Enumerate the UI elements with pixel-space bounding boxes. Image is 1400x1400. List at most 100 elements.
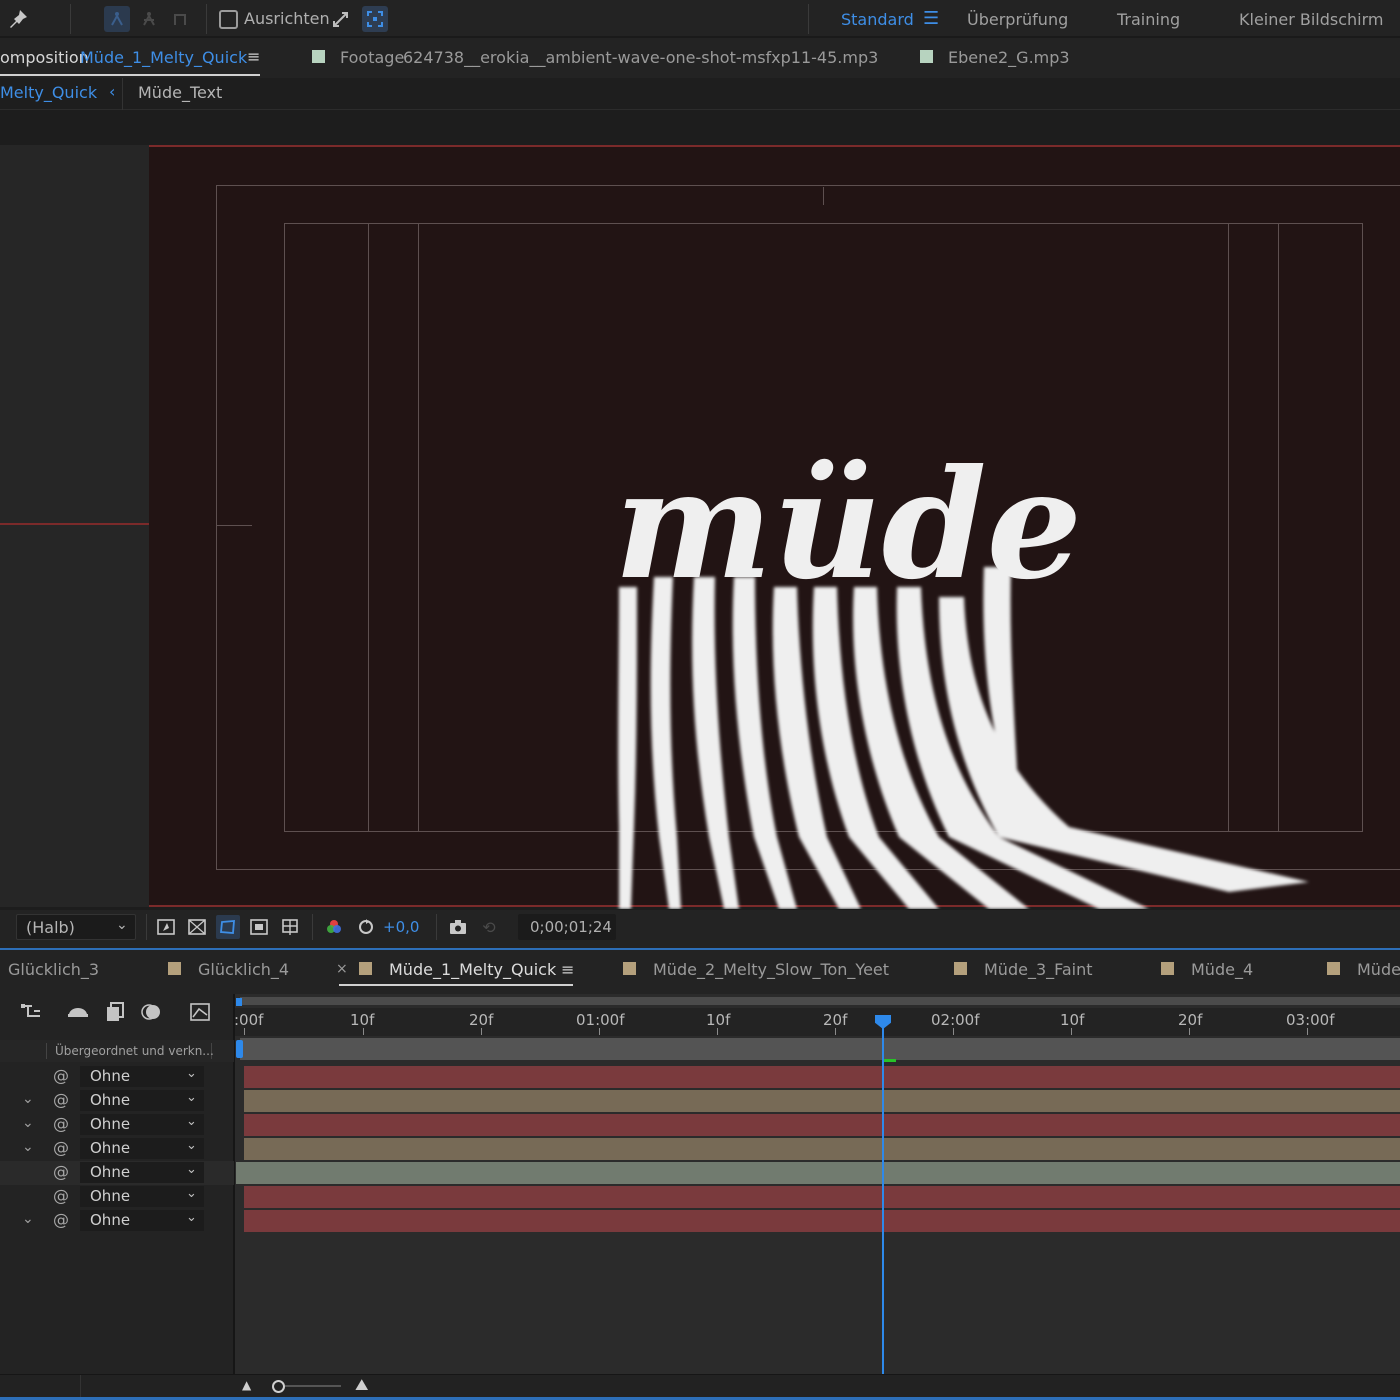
composition-panel-prefix[interactable]: omposition: [0, 48, 89, 67]
breadcrumb-child[interactable]: Müde_Text: [138, 83, 222, 102]
fast-preview-icon[interactable]: [154, 915, 178, 939]
transparency-grid-icon[interactable]: [185, 915, 209, 939]
expand-chevron-icon[interactable]: ⌄: [22, 1091, 34, 1107]
layer-row[interactable]: @ Ohne ⌄: [0, 1161, 234, 1185]
pick-whip-icon[interactable]: @: [53, 1186, 69, 1205]
layer-panel-prefix[interactable]: Ebene: [948, 48, 998, 67]
in-point-marker[interactable]: [236, 1040, 243, 1058]
grid-guides-icon[interactable]: [278, 915, 302, 939]
parent-value: Ohne: [90, 1163, 131, 1181]
zoom-slider-knob[interactable]: [272, 1380, 285, 1393]
layer-panel-name[interactable]: 2_G.mp3: [998, 48, 1070, 67]
ruler-label: 01:00f: [576, 1011, 625, 1029]
puppet-pin-icon[interactable]: [104, 6, 130, 32]
frame-blending-icon[interactable]: [101, 1000, 129, 1024]
ruler-tick: [363, 1028, 364, 1035]
color-channels-icon[interactable]: [322, 915, 346, 939]
pick-whip-icon[interactable]: @: [53, 1162, 69, 1181]
ruler-label: 10f: [706, 1011, 731, 1029]
composition-frame[interactable]: müde: [149, 145, 1400, 909]
snapping-icon[interactable]: [362, 6, 388, 32]
composition-flowchart-icon[interactable]: [18, 1000, 46, 1024]
layer-row[interactable]: ⌄ @ Ohne ⌄: [0, 1137, 234, 1161]
zoom-out-icon[interactable]: ▲: [242, 1378, 251, 1392]
mask-visibility-icon[interactable]: [216, 915, 240, 939]
workspace-review[interactable]: Überprüfung: [967, 10, 1068, 29]
pick-whip-icon[interactable]: @: [53, 1138, 69, 1157]
layer-row[interactable]: @ Ohne ⌄: [0, 1065, 234, 1089]
parent-value: Ohne: [90, 1115, 131, 1133]
pick-whip-icon[interactable]: @: [53, 1210, 69, 1229]
exposure-value[interactable]: +0,0: [383, 918, 419, 936]
footage-panel-prefix[interactable]: Footage: [340, 48, 404, 67]
ruler-tick: [1071, 1028, 1072, 1035]
toolbar-divider: [312, 914, 313, 940]
breadcrumb-current[interactable]: Melty_Quick: [0, 83, 97, 102]
camera-icon[interactable]: [446, 915, 470, 939]
tab-color-swatch: [623, 962, 636, 975]
expand-chevron-icon[interactable]: ⌄: [22, 1139, 34, 1155]
layer-bar[interactable]: [244, 1090, 1400, 1112]
parent-value: Ohne: [90, 1187, 131, 1205]
expand-chevron-icon[interactable]: ⌄: [22, 1115, 34, 1131]
layer-row[interactable]: ⌄ @ Ohne ⌄: [0, 1089, 234, 1113]
active-panel-underline: [0, 74, 260, 76]
layer-bar[interactable]: [244, 1138, 1400, 1160]
layer-bar[interactable]: [244, 1186, 1400, 1208]
ruler-label: 10f: [350, 1011, 375, 1029]
tab-muede-3-faint[interactable]: Müde_3_Faint: [984, 960, 1093, 979]
workspace-training[interactable]: Training: [1117, 10, 1180, 29]
breadcrumb-arrow-icon[interactable]: ‹: [109, 82, 115, 101]
tab-gluecklich-4[interactable]: Glücklich_4: [198, 960, 289, 979]
chevron-down-icon: ⌄: [186, 1138, 197, 1153]
shy-layers-icon[interactable]: [64, 1000, 92, 1024]
parent-column-label: Übergeordnet und verkn...: [55, 1044, 214, 1058]
tab-menu-icon[interactable]: ≡: [561, 960, 574, 979]
puppet-bend-icon[interactable]: [168, 6, 194, 32]
workspace-standard[interactable]: Standard: [841, 10, 914, 29]
layer-row[interactable]: ⌄ @ Ohne ⌄: [0, 1209, 234, 1233]
region-of-interest-icon[interactable]: [247, 915, 271, 939]
align-arrows-icon[interactable]: [328, 6, 354, 32]
puppet-advanced-icon[interactable]: [136, 6, 162, 32]
motion-blur-icon[interactable]: [138, 1000, 166, 1024]
pick-whip-icon[interactable]: @: [53, 1090, 69, 1109]
time-ruler[interactable]: [235, 1008, 1400, 1036]
expand-chevron-icon[interactable]: ⌄: [22, 1211, 34, 1227]
tab-muede-4[interactable]: Müde_4: [1191, 960, 1253, 979]
parent-value: Ohne: [90, 1139, 131, 1157]
toolbar-divider: [146, 914, 147, 940]
close-icon[interactable]: ×: [336, 961, 348, 977]
pin-icon[interactable]: [6, 6, 32, 32]
graph-editor-icon[interactable]: [186, 1000, 214, 1024]
pick-whip-icon[interactable]: @: [53, 1114, 69, 1133]
layer-bar[interactable]: [236, 1162, 1400, 1184]
zoom-slider-track[interactable]: [285, 1385, 341, 1387]
reset-exposure-icon[interactable]: [354, 915, 378, 939]
zoom-in-icon[interactable]: ⛰: [355, 1375, 368, 1395]
ruler-label: :00f: [234, 1011, 264, 1029]
footage-panel-name[interactable]: 624738__erokia__ambient-wave-one-shot-ms…: [403, 48, 878, 67]
layer-row[interactable]: @ Ohne ⌄: [0, 1185, 234, 1209]
layer-bar[interactable]: [244, 1210, 1400, 1232]
layer-bar[interactable]: [244, 1114, 1400, 1136]
work-area-start-handle[interactable]: [236, 998, 242, 1006]
align-checkbox[interactable]: [219, 10, 238, 29]
tab-gluecklich-3[interactable]: Glücklich_3: [8, 960, 99, 979]
tab-muede-1-melty-quick[interactable]: Müde_1_Melty_Quick: [389, 960, 556, 979]
tab-muede[interactable]: Müde: [1357, 960, 1400, 979]
layer-bar[interactable]: [244, 1066, 1400, 1088]
chevron-down-icon: ⌄: [186, 1186, 197, 1201]
work-area-bar[interactable]: [240, 997, 1400, 1005]
current-time-indicator[interactable]: [882, 1024, 884, 1374]
ruler-tick: [1307, 1028, 1308, 1035]
show-snapshot-icon[interactable]: ⟲: [477, 915, 501, 939]
workspace-small-screen[interactable]: Kleiner Bildschirm: [1239, 10, 1384, 29]
composition-panel-name[interactable]: Müde_1_Melty_Quick: [80, 48, 247, 67]
tab-muede-2-melty-slow[interactable]: Müde_2_Melty_Slow_Ton_Yeet: [653, 960, 889, 979]
resolution-value: (Halb): [26, 918, 75, 937]
hamburger-icon[interactable]: ☰: [923, 8, 939, 29]
pick-whip-icon[interactable]: @: [53, 1066, 69, 1085]
panel-menu-icon[interactable]: ≡: [247, 47, 260, 66]
layer-row[interactable]: ⌄ @ Ohne ⌄: [0, 1113, 234, 1137]
